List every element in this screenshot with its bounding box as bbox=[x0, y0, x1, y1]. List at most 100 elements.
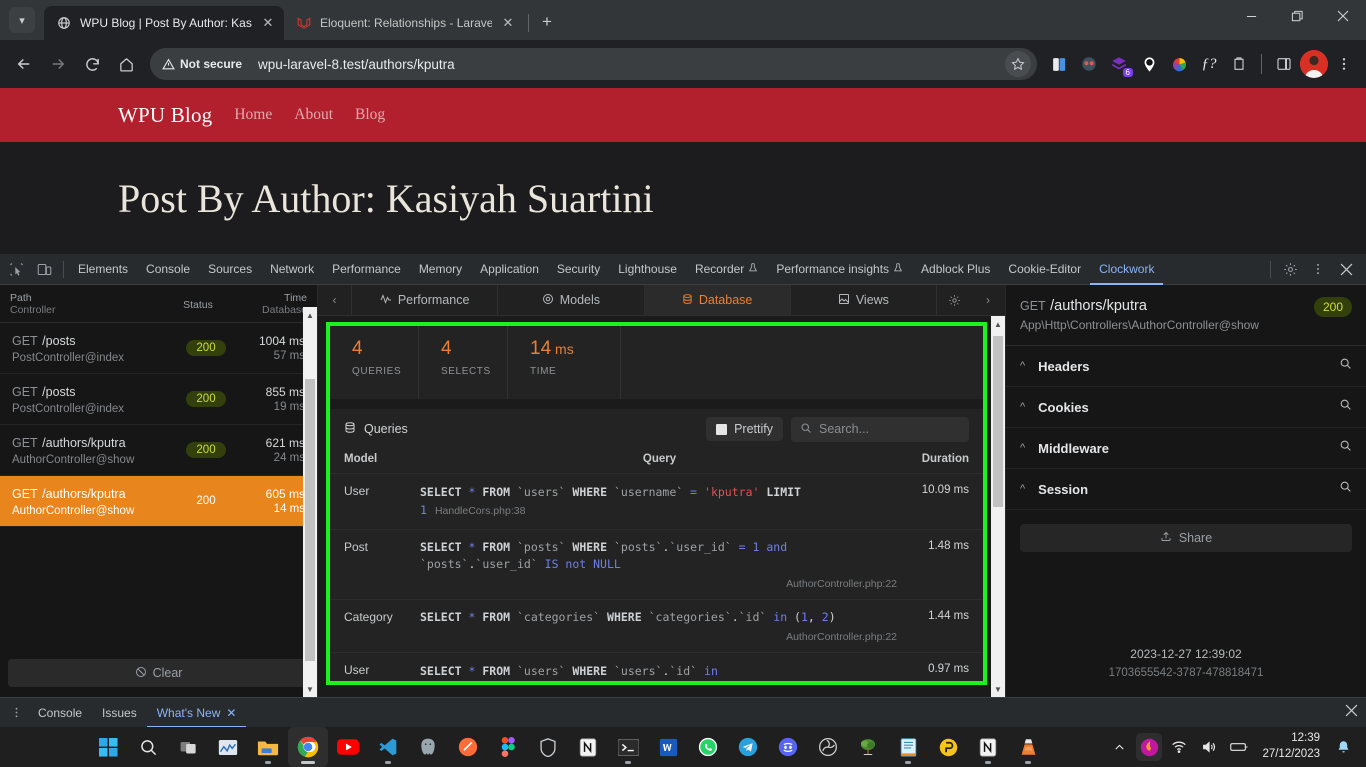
tab-elements[interactable]: Elements bbox=[69, 254, 137, 285]
search-button[interactable] bbox=[128, 727, 168, 767]
detail-section-headers[interactable]: ^ Headers bbox=[1006, 346, 1366, 387]
figma[interactable] bbox=[488, 727, 528, 767]
nav-link-about[interactable]: About bbox=[294, 106, 333, 124]
vlc-media-player[interactable] bbox=[1008, 727, 1048, 767]
back-icon[interactable] bbox=[8, 48, 40, 80]
shield-app[interactable] bbox=[528, 727, 568, 767]
reading-list-icon[interactable] bbox=[1045, 50, 1073, 78]
tab-console[interactable]: Console bbox=[137, 254, 199, 285]
side-panel-icon[interactable] bbox=[1270, 50, 1298, 78]
devtools-close-icon[interactable] bbox=[1332, 256, 1360, 282]
fonts-ninja-icon[interactable]: ƒ? bbox=[1195, 50, 1223, 78]
address-bar[interactable]: Not secure wpu-laravel-8.test/authors/kp… bbox=[150, 48, 1037, 80]
request-row-3[interactable]: GET /authors/kputra AuthorController@sho… bbox=[0, 476, 317, 527]
notion-1[interactable] bbox=[568, 727, 608, 767]
visual-studio-code[interactable] bbox=[368, 727, 408, 767]
clockwork-settings-gear-icon[interactable] bbox=[937, 285, 971, 315]
prettify-toggle[interactable]: Prettify bbox=[706, 417, 783, 441]
site-brand[interactable]: WPU Blog bbox=[118, 103, 212, 128]
bookmark-star-icon[interactable] bbox=[1005, 51, 1031, 77]
drawer-tab-issues[interactable]: Issues bbox=[92, 698, 147, 728]
maximize-icon[interactable] bbox=[1274, 0, 1320, 32]
file-explorer[interactable] bbox=[248, 727, 288, 767]
search-icon[interactable] bbox=[1339, 398, 1352, 416]
search-icon[interactable] bbox=[1339, 357, 1352, 375]
detail-section-session[interactable]: ^ Session bbox=[1006, 469, 1366, 510]
query-source[interactable]: HandleCors.php:38 bbox=[435, 505, 525, 517]
close-icon[interactable] bbox=[1320, 0, 1366, 32]
request-list-scrollbar[interactable]: ▲ ▼ bbox=[303, 307, 317, 697]
tab-network[interactable]: Network bbox=[261, 254, 323, 285]
youtube[interactable] bbox=[328, 727, 368, 767]
notion-2[interactable] bbox=[968, 727, 1008, 767]
tab-adblock-plus[interactable]: Adblock Plus bbox=[912, 254, 999, 285]
task-view-button[interactable] bbox=[168, 727, 208, 767]
notepad[interactable] bbox=[888, 727, 928, 767]
discord[interactable] bbox=[768, 727, 808, 767]
color-picker-icon[interactable] bbox=[1165, 50, 1193, 78]
query-row-3[interactable]: User SELECT * FROM `users` WHERE `users`… bbox=[330, 652, 983, 681]
devtools-more-icon[interactable] bbox=[1304, 256, 1332, 282]
browser-tab-0[interactable]: WPU Blog | Post By Author: Kasi ✕ bbox=[44, 6, 284, 40]
chrome-menu-icon[interactable] bbox=[1330, 50, 1358, 78]
query-row-2[interactable]: Category SELECT * FROM `categories` WHER… bbox=[330, 599, 983, 652]
clockwork-extension-icon[interactable]: 6 bbox=[1105, 50, 1133, 78]
search-icon[interactable] bbox=[1339, 439, 1352, 457]
gear-icon[interactable] bbox=[1276, 256, 1304, 282]
start-button[interactable] bbox=[88, 727, 128, 767]
tab-recorder[interactable]: Recorder bbox=[686, 254, 767, 285]
telegram[interactable] bbox=[728, 727, 768, 767]
scroll-up-icon[interactable]: ▲ bbox=[303, 307, 317, 323]
detail-section-cookies[interactable]: ^ Cookies bbox=[1006, 387, 1366, 428]
tab-memory[interactable]: Memory bbox=[410, 254, 471, 285]
subtab-database[interactable]: Database bbox=[645, 285, 791, 315]
battery-icon[interactable] bbox=[1226, 733, 1252, 761]
nav-link-blog[interactable]: Blog bbox=[355, 106, 385, 124]
nav-link-home[interactable]: Home bbox=[234, 106, 272, 124]
query-source[interactable]: AuthorController.php:22 bbox=[420, 578, 897, 590]
scrollbar-thumb[interactable] bbox=[305, 379, 315, 661]
query-source[interactable]: AuthorController.php:22 bbox=[420, 631, 897, 643]
widgets-button[interactable] bbox=[208, 727, 248, 767]
scroll-up-icon[interactable]: ▲ bbox=[991, 316, 1005, 332]
scroll-down-icon[interactable]: ▼ bbox=[991, 681, 1005, 697]
reload-icon[interactable] bbox=[76, 48, 108, 80]
device-toolbar-icon[interactable] bbox=[30, 256, 58, 282]
subtab-models[interactable]: Models bbox=[498, 285, 644, 315]
checkbox-icon[interactable] bbox=[716, 424, 727, 435]
drawer-tab-console[interactable]: Console bbox=[28, 698, 92, 728]
chevron-up-icon[interactable] bbox=[1106, 733, 1132, 761]
close-icon[interactable]: ✕ bbox=[226, 706, 236, 720]
taskbar-clock[interactable]: 12:39 27/12/2023 bbox=[1256, 731, 1326, 762]
close-icon[interactable]: ✕ bbox=[500, 15, 516, 31]
microsoft-word[interactable] bbox=[648, 727, 688, 767]
tab-cookie-editor[interactable]: Cookie-Editor bbox=[999, 254, 1090, 285]
ublock-icon[interactable] bbox=[1075, 50, 1103, 78]
home-icon[interactable] bbox=[110, 48, 142, 80]
ip-lookup-icon[interactable] bbox=[1135, 50, 1163, 78]
volume-icon[interactable] bbox=[1196, 733, 1222, 761]
browser-tab-1[interactable]: Eloquent: Relationships - Larave ✕ bbox=[284, 6, 524, 40]
subtabs-next-icon[interactable]: › bbox=[971, 285, 1005, 315]
scroll-down-icon[interactable]: ▼ bbox=[303, 681, 317, 697]
minimize-icon[interactable] bbox=[1228, 0, 1274, 32]
clipboard-extension-icon[interactable] bbox=[1225, 50, 1253, 78]
tab-lighthouse[interactable]: Lighthouse bbox=[609, 254, 686, 285]
clear-button[interactable]: Clear bbox=[8, 659, 309, 687]
query-row-0[interactable]: User SELECT * FROM `users` WHERE `userna… bbox=[330, 473, 983, 529]
terminal[interactable] bbox=[608, 727, 648, 767]
drawer-tab-whats-new[interactable]: What's New ✕ bbox=[147, 698, 247, 728]
whatsapp[interactable] bbox=[688, 727, 728, 767]
wifi-icon[interactable] bbox=[1166, 733, 1192, 761]
scrollbar-thumb[interactable] bbox=[993, 336, 1003, 507]
postgresql[interactable] bbox=[408, 727, 448, 767]
beekeeper-studio[interactable] bbox=[928, 727, 968, 767]
share-button[interactable]: Share bbox=[1020, 524, 1352, 552]
tree-app[interactable] bbox=[848, 727, 888, 767]
tab-sources[interactable]: Sources bbox=[199, 254, 261, 285]
query-row-1[interactable]: Post SELECT * FROM `posts` WHERE `posts`… bbox=[330, 529, 983, 600]
close-icon[interactable]: ✕ bbox=[260, 15, 276, 31]
tab-security[interactable]: Security bbox=[548, 254, 609, 285]
obs-studio[interactable] bbox=[808, 727, 848, 767]
notification-bell-icon[interactable] bbox=[1330, 733, 1356, 761]
